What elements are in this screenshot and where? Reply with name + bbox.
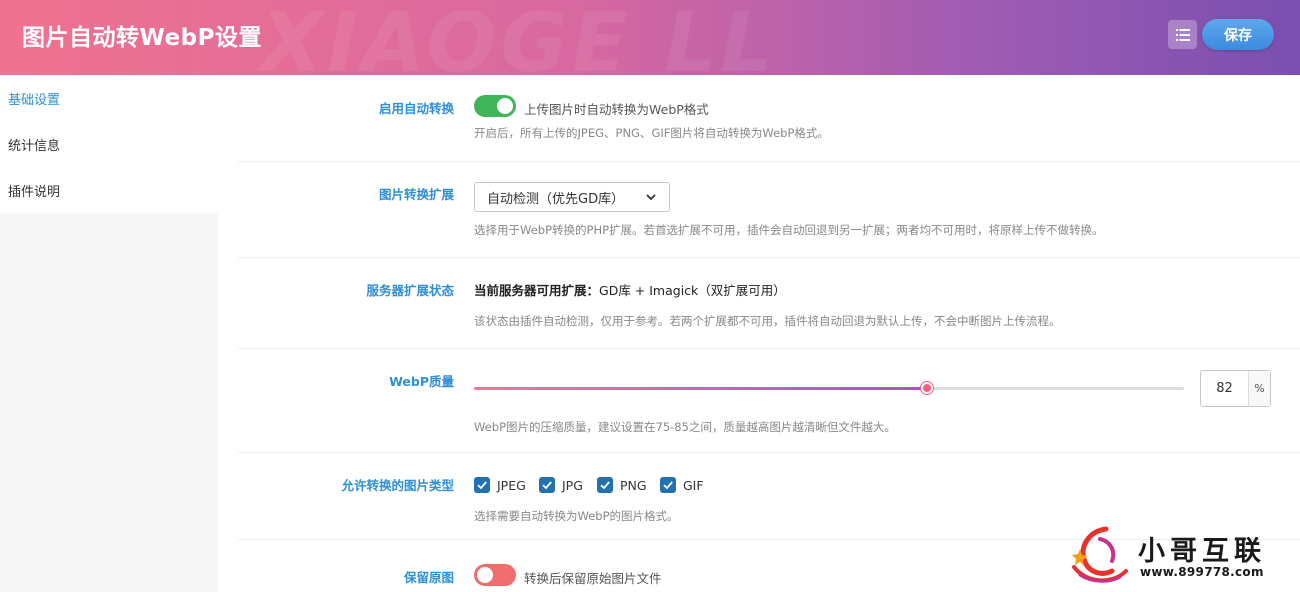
quality-unit: % (1249, 371, 1270, 406)
setting-description: 选择需要自动转换为WebP的图片格式。 (474, 509, 679, 523)
setting-description: 选择用于WebP转换的PHP扩展。若首选扩展不可用，插件会自动回退到另一扩展；两… (474, 223, 1104, 237)
sidebar-item-basic-settings[interactable]: 基础设置 (0, 75, 218, 121)
header-decoration: XIAOGE LL (260, 0, 777, 75)
sidebar-item-statistics[interactable]: 统计信息 (0, 121, 218, 167)
slider-thumb[interactable] (921, 382, 933, 394)
setting-label: 图片转换扩展 (378, 187, 454, 202)
toggle-knob (477, 567, 493, 583)
checkbox-label: JPEG (497, 477, 526, 493)
checkbox-jpeg[interactable]: JPEG (474, 477, 526, 493)
chevron-down-icon (646, 194, 656, 201)
setting-label: 允许转换的图片类型 (341, 478, 454, 493)
setting-description: WebP图片的压缩质量，建议设置在75-85之间，质量越高图片越清晰但文件越大。 (474, 420, 896, 434)
keep-original-toggle[interactable] (474, 564, 516, 586)
server-status-text: 当前服务器可用扩展：GD库 + Imagick（双扩展可用） (474, 280, 786, 299)
checkbox-label: PNG (620, 477, 647, 493)
quality-slider[interactable] (474, 382, 1184, 394)
list-icon (1175, 28, 1190, 41)
watermark: 小哥互联 www.899778.com (1066, 525, 1300, 587)
page-title: 图片自动转WebP设置 (22, 25, 262, 51)
enable-toggle[interactable] (474, 95, 516, 117)
checkbox-check-icon (539, 477, 555, 493)
brand-url: www.899778.com (1140, 565, 1264, 579)
setting-label: 启用自动转换 (378, 101, 454, 116)
setting-label: WebP质量 (389, 374, 454, 389)
setting-description: 开启后，所有上传的JPEG、PNG、GIF图片将自动转换为WebP格式。 (474, 126, 829, 140)
toggle-text: 上传图片时自动转换为WebP格式 (524, 102, 709, 117)
select-value: 自动检测（优先GD库） (487, 191, 625, 207)
setting-row-enable: 启用自动转换 上传图片时自动转换为WebP格式 开启后，所有上传的JPEG、PN… (238, 75, 1300, 162)
checkbox-check-icon (474, 477, 490, 493)
checkbox-label: GIF (683, 477, 704, 493)
setting-label: 服务器扩展状态 (366, 283, 454, 298)
brand-logo-icon (1072, 526, 1128, 583)
checkbox-label: JPG (562, 477, 583, 493)
settings-panel: 启用自动转换 上传图片时自动转换为WebP格式 开启后，所有上传的JPEG、PN… (218, 75, 1300, 592)
sidebar-item-plugin-info[interactable]: 插件说明 (0, 167, 218, 213)
status-value: GD库 + Imagick（双扩展可用） (599, 283, 786, 298)
sidebar: 基础设置 统计信息 插件说明 (0, 75, 218, 592)
quality-number-input[interactable]: 82 % (1200, 370, 1271, 407)
extension-select[interactable]: 自动检测（优先GD库） (474, 182, 670, 212)
setting-description: 该状态由插件自动检测，仅用于参考。若两个扩展都不可用，插件将自动回退为默认上传，… (474, 314, 1061, 328)
setting-row-quality: WebP质量 82 % WebP图片的压缩质量，建议设置在75-85之间，质量越… (238, 349, 1300, 453)
menu-toggle-button[interactable] (1168, 20, 1197, 49)
setting-label: 保留原图 (403, 570, 454, 585)
quality-value[interactable]: 82 (1201, 371, 1249, 406)
setting-row-server-status: 服务器扩展状态 当前服务器可用扩展：GD库 + Imagick（双扩展可用） 该… (238, 258, 1300, 349)
page-header: XIAOGE LL 图片自动转WebP设置 保存 (0, 0, 1300, 75)
save-button[interactable]: 保存 (1202, 19, 1274, 50)
status-prefix: 当前服务器可用扩展： (474, 283, 600, 298)
toggle-knob (497, 98, 513, 114)
checkbox-check-icon (660, 477, 676, 493)
checkbox-jpg[interactable]: JPG (539, 477, 583, 493)
checkbox-png[interactable]: PNG (597, 477, 647, 493)
slider-fill (474, 387, 928, 390)
checkbox-check-icon (597, 477, 613, 493)
setting-row-extension: 图片转换扩展 自动检测（优先GD库） 选择用于WebP转换的PHP扩展。若首选扩… (238, 162, 1300, 258)
checkbox-gif[interactable]: GIF (660, 477, 704, 493)
toggle-text: 转换后保留原始图片文件 (524, 571, 662, 586)
brand-name: 小哥互联 (1138, 536, 1266, 567)
